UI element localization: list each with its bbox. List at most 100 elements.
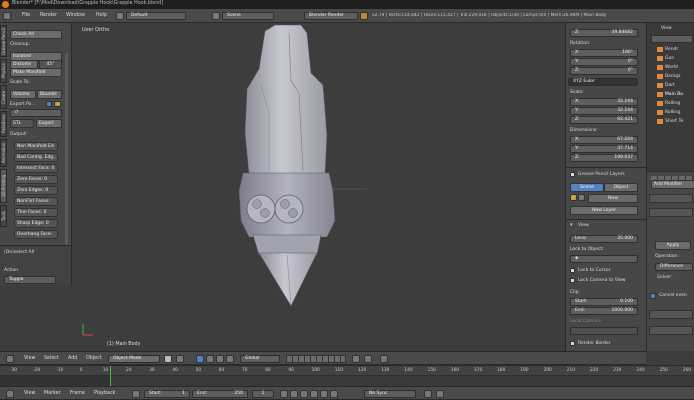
toolshelf-scrollbar[interactable] bbox=[65, 53, 68, 253]
outliner-item[interactable]: Short Te bbox=[665, 119, 683, 124]
end-frame-field[interactable]: End: 250 bbox=[192, 390, 248, 398]
operation-select[interactable]: Difference bbox=[655, 263, 693, 271]
tab-create[interactable]: Create bbox=[0, 85, 7, 109]
screen-layout-select[interactable]: Default bbox=[126, 12, 186, 20]
menu-view[interactable]: View bbox=[24, 391, 35, 396]
record-icon[interactable] bbox=[424, 390, 432, 398]
rotation-z-field[interactable]: Z: 0° bbox=[570, 67, 638, 75]
pencil-icon[interactable] bbox=[570, 194, 577, 201]
output-item[interactable]: Sharp Edge: 0 bbox=[14, 219, 58, 228]
render-preview-icon[interactable] bbox=[380, 355, 388, 363]
bounds-button[interactable]: Bounds bbox=[37, 90, 62, 99]
menu-object[interactable]: Object bbox=[86, 356, 102, 361]
editor-type-icon[interactable] bbox=[3, 12, 11, 20]
editor-type-icon[interactable] bbox=[6, 355, 14, 363]
shading-solid-icon[interactable] bbox=[164, 355, 172, 363]
volume-button[interactable]: Volume bbox=[10, 90, 36, 99]
modifier-header[interactable] bbox=[649, 208, 693, 217]
object-toggle[interactable]: Object bbox=[604, 183, 638, 192]
rotation-mode-select[interactable]: XYZ Euler bbox=[568, 78, 638, 86]
outliner-search[interactable] bbox=[651, 35, 693, 43]
chevron-down-icon[interactable]: ▾ bbox=[570, 222, 573, 228]
rotate-icon[interactable] bbox=[216, 355, 224, 363]
data-icon[interactable] bbox=[578, 194, 585, 201]
new-layer-button[interactable]: New Layer bbox=[570, 206, 638, 215]
folder-icon[interactable] bbox=[54, 101, 61, 107]
tab-animation[interactable]: Animation bbox=[0, 139, 7, 167]
render-engine-select[interactable]: Blender Render bbox=[304, 12, 358, 20]
output-item[interactable]: Non Manifold Ed bbox=[14, 142, 58, 151]
dimensions-y-field[interactable]: Y: 37.714 bbox=[570, 145, 638, 153]
rotation-x-field[interactable]: X: 180° bbox=[570, 49, 638, 57]
modifier-header[interactable] bbox=[649, 310, 693, 319]
export-path-icon[interactable] bbox=[46, 101, 52, 107]
output-item[interactable]: Zero Faces: 0 bbox=[14, 175, 58, 184]
current-frame-field[interactable]: 1 bbox=[252, 390, 274, 398]
screen-layout-icon[interactable] bbox=[116, 12, 124, 20]
clip-end-field[interactable]: End: 1000.000 bbox=[570, 307, 638, 315]
scene-toggle[interactable]: Scene bbox=[570, 183, 604, 192]
menu-marker[interactable]: Marker bbox=[44, 391, 61, 396]
action-select[interactable]: Toggle bbox=[4, 276, 56, 284]
orientation-select[interactable]: Global bbox=[240, 355, 280, 363]
location-z-field[interactable]: Z: 39.84682 bbox=[570, 29, 638, 37]
modifier-header[interactable] bbox=[649, 326, 693, 335]
play-icon[interactable] bbox=[310, 390, 318, 398]
dimensions-x-field[interactable]: X: 67.204 bbox=[570, 136, 638, 144]
output-item[interactable]: NonFlat Faces: bbox=[14, 197, 58, 206]
lens-field[interactable]: Lens: 35.000 bbox=[570, 235, 638, 243]
new-button[interactable]: New bbox=[588, 194, 638, 203]
start-frame-field[interactable]: Start: 1 bbox=[144, 390, 190, 398]
scale-z-field[interactable]: Z: 92.421 bbox=[570, 116, 638, 124]
apply-button[interactable]: Apply bbox=[655, 241, 691, 250]
menu-window[interactable]: Window bbox=[66, 13, 85, 18]
manipulator-icon[interactable] bbox=[196, 355, 204, 363]
jump-end-icon[interactable] bbox=[330, 390, 338, 398]
next-key-icon[interactable] bbox=[320, 390, 328, 398]
outliner-item[interactable]: World bbox=[665, 65, 678, 70]
layer-buttons[interactable] bbox=[286, 355, 346, 363]
outliner-item[interactable]: Dart bbox=[665, 83, 675, 88]
menu-add[interactable]: Add bbox=[68, 356, 77, 361]
proportional-edit-icon[interactable] bbox=[352, 355, 360, 363]
scale-icon[interactable] bbox=[226, 355, 234, 363]
snap-icon[interactable] bbox=[364, 355, 372, 363]
output-item[interactable]: Intersect Face: 0 bbox=[14, 164, 58, 173]
keying-set-icon[interactable] bbox=[436, 390, 444, 398]
playhead[interactable] bbox=[110, 366, 111, 387]
check-all-button[interactable]: Check All bbox=[10, 30, 62, 39]
menu-playback[interactable]: Playback bbox=[94, 391, 115, 396]
outliner-item[interactable]: Backgr bbox=[665, 74, 681, 79]
scale-x-field[interactable]: X: 32.244 bbox=[570, 98, 638, 106]
lock-cursor-checkbox[interactable] bbox=[570, 268, 575, 273]
modifier-header[interactable] bbox=[649, 194, 693, 203]
menu-render[interactable]: Render bbox=[40, 13, 57, 18]
editor-type-icon[interactable] bbox=[6, 390, 14, 398]
scene-icon[interactable] bbox=[212, 12, 220, 20]
sync-select[interactable]: No Sync bbox=[364, 390, 416, 398]
play-reverse-icon[interactable] bbox=[300, 390, 308, 398]
dimensions-z-field[interactable]: Z: 198.037 bbox=[570, 154, 638, 162]
tab-relations[interactable]: Relations bbox=[0, 111, 7, 137]
output-item[interactable]: Thin Faces: 0 bbox=[14, 208, 58, 217]
outliner-item[interactable]: Rolling bbox=[665, 110, 680, 115]
format-select[interactable]: STL bbox=[10, 119, 34, 128]
export-button[interactable]: Export bbox=[36, 119, 62, 128]
output-item[interactable]: Overhang Face: bbox=[14, 230, 58, 239]
grease-pencil-checkbox[interactable] bbox=[570, 172, 575, 177]
outliner-item[interactable]: Rolling bbox=[665, 101, 680, 106]
preview-range-icon[interactable] bbox=[132, 390, 140, 398]
menu-help[interactable]: Help bbox=[96, 13, 107, 18]
translate-icon[interactable] bbox=[206, 355, 214, 363]
outliner-item[interactable]: Gun bbox=[665, 56, 674, 61]
output-item[interactable]: Zero Edges: 0 bbox=[14, 186, 58, 195]
mode-select[interactable]: Object Mode bbox=[108, 355, 160, 363]
tab-physics[interactable]: Physics bbox=[0, 59, 7, 83]
tab-3d-printing[interactable]: 3D Printing bbox=[0, 169, 7, 203]
menu-file[interactable]: File bbox=[22, 13, 30, 18]
add-modifier-button[interactable]: Add Modifier bbox=[651, 180, 694, 189]
export-dir-field[interactable]: // bbox=[10, 109, 62, 117]
tab-tools[interactable]: Tools bbox=[0, 205, 7, 227]
scale-y-field[interactable]: Y: 32.244 bbox=[570, 107, 638, 115]
menu-view[interactable]: View bbox=[24, 356, 35, 361]
